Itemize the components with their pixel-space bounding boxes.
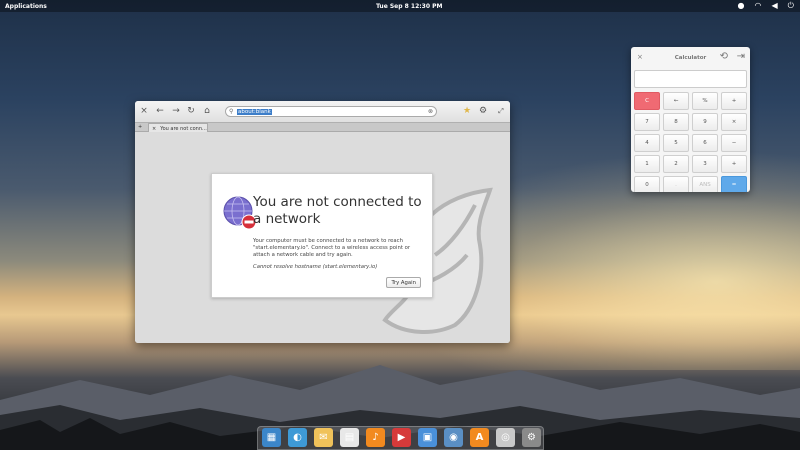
calc-key[interactable]: 6 xyxy=(692,134,718,152)
calc-key[interactable]: = xyxy=(721,176,747,192)
music-icon[interactable]: ♪ xyxy=(366,428,385,447)
calculator-title: Calculator xyxy=(674,55,707,61)
try-again-button[interactable]: Try Again xyxy=(386,277,421,288)
applications-menu[interactable]: Applications xyxy=(5,3,47,10)
videos-icon[interactable]: ▶ xyxy=(392,428,411,447)
top-panel: Applications Tue Sep 8 12:30 PM ● ◠ ◀ ⏻ xyxy=(0,0,800,12)
calc-key[interactable]: % xyxy=(692,92,718,110)
wifi-icon[interactable]: ◠ xyxy=(755,1,762,11)
clear-icon[interactable]: ⊗ xyxy=(428,108,433,115)
calculator-window: × Calculator ⟲ ⇥ C ←% +7 8 9 × 4 5 6−1 2 3 +0. ANS = xyxy=(631,47,750,192)
maximize-icon[interactable]: ⤢ xyxy=(495,105,507,117)
new-tab-icon[interactable]: + xyxy=(138,124,142,130)
calc-key[interactable]: 1 xyxy=(634,155,660,173)
menu-gear-icon[interactable]: ⚙ xyxy=(477,105,489,117)
back-icon[interactable]: ← xyxy=(154,105,166,117)
calculator-header: × Calculator ⟲ ⇥ xyxy=(631,47,750,67)
error-heading: You are not connected to a network xyxy=(253,194,422,227)
calculator-display[interactable] xyxy=(634,70,747,88)
notifications-icon[interactable]: ● xyxy=(738,1,745,11)
calc-key[interactable]: 3 xyxy=(692,155,718,173)
photos-icon[interactable]: ▣ xyxy=(418,428,437,447)
reload-icon[interactable]: ↻ xyxy=(185,105,197,117)
dock-items: ▦ ◐ ✉ ▤ ♪ ▶ ▣ ◉ A ◎ ⚙ xyxy=(262,428,541,447)
home-icon[interactable]: ⌂ xyxy=(201,105,213,117)
app-center-icon[interactable]: A xyxy=(470,428,489,447)
bookmark-star-icon[interactable]: ★ xyxy=(461,105,473,117)
network-offline-icon xyxy=(223,196,257,230)
calc-key[interactable]: C xyxy=(634,92,660,110)
address-bar[interactable]: ⚲ about:blank ⊗ xyxy=(225,106,437,117)
address-text: about:blank xyxy=(237,108,272,115)
calendar-icon[interactable]: ▤ xyxy=(340,428,359,447)
calc-key[interactable]: 4 xyxy=(634,134,660,152)
switchboard-icon[interactable]: ◉ xyxy=(444,428,463,447)
calc-key[interactable]: ANS xyxy=(692,176,718,192)
calculator-keypad: C ←% +7 8 9 × 4 5 6−1 2 3 +0. ANS = xyxy=(634,92,747,192)
search-icon: ⚲ xyxy=(229,108,234,115)
system-tray: ● ◠ ◀ ⏻ xyxy=(738,1,794,11)
calc-key[interactable]: 5 xyxy=(663,134,689,152)
network-error-card: You are not connected to a network Your … xyxy=(211,173,433,298)
calc-key[interactable]: 0 xyxy=(634,176,660,192)
disc-icon[interactable]: ◎ xyxy=(496,428,515,447)
error-body: Your computer must be connected to a net… xyxy=(253,238,411,258)
error-detail: Cannot resolve hostname (start.elementar… xyxy=(253,264,378,270)
calc-key[interactable]: 8 xyxy=(663,113,689,131)
history-icon[interactable]: ⟲ xyxy=(720,51,728,62)
settings-icon[interactable]: ⚙ xyxy=(522,428,541,447)
calc-key[interactable]: 2 xyxy=(663,155,689,173)
close-icon[interactable]: × xyxy=(138,105,150,117)
tab-title: You are not conn... xyxy=(160,125,207,132)
panel-clock[interactable]: Tue Sep 8 12:30 PM xyxy=(376,3,442,10)
calc-key[interactable]: + xyxy=(721,155,747,173)
forward-icon[interactable]: → xyxy=(170,105,182,117)
calc-key[interactable]: 7 xyxy=(634,113,660,131)
calc-key[interactable]: 9 xyxy=(692,113,718,131)
calc-key[interactable]: × xyxy=(721,113,747,131)
calc-key[interactable]: . xyxy=(663,176,689,192)
calc-key[interactable]: − xyxy=(721,134,747,152)
midori-browser-icon[interactable]: ◐ xyxy=(288,428,307,447)
tab-bar: + × You are not conn... xyxy=(135,122,510,133)
extended-mode-icon[interactable]: ⇥ xyxy=(737,51,745,62)
browser-toolbar: × ← → ↻ ⌂ ⚲ about:blank ⊗ ★ ⚙ ⤢ xyxy=(135,101,510,122)
power-icon[interactable]: ⏻ xyxy=(788,1,794,11)
multitasking-view-icon[interactable]: ▦ xyxy=(262,428,281,447)
sound-icon[interactable]: ◀ xyxy=(772,1,778,11)
mail-icon[interactable]: ✉ xyxy=(314,428,333,447)
calc-key[interactable]: ← xyxy=(663,92,689,110)
tab-close-icon[interactable]: × xyxy=(152,126,156,132)
calc-key[interactable]: + xyxy=(721,92,747,110)
